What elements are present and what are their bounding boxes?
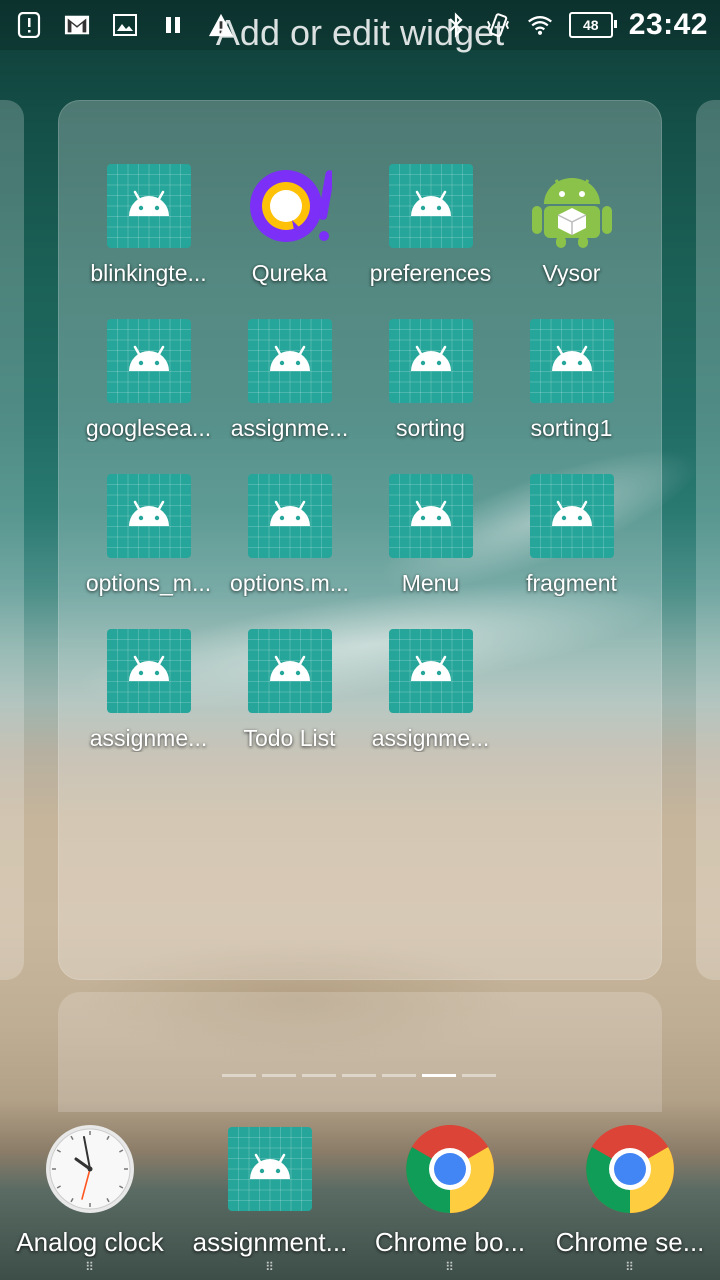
folder-app[interactable]: blinkingte... xyxy=(78,160,219,298)
android-app-icon xyxy=(106,629,191,713)
app-label: options.m... xyxy=(230,570,349,596)
drag-handle-icon: ⠿ xyxy=(445,1260,455,1274)
page-dot[interactable] xyxy=(302,1074,336,1077)
chrome-icon xyxy=(404,1123,496,1215)
android-app-icon xyxy=(247,319,332,403)
android-app-icon xyxy=(529,319,614,403)
page-dot[interactable] xyxy=(382,1074,416,1077)
dock-app[interactable]: Analog clock ⠿ xyxy=(0,1118,180,1278)
qureka-icon xyxy=(248,164,334,248)
android-app-icon xyxy=(224,1123,316,1215)
workspace-preview xyxy=(58,992,662,1112)
dock: Analog clock ⠿ assignment... ⠿ Chrome bo... ⠿… xyxy=(0,1118,720,1278)
folder-app[interactable]: sorting1 xyxy=(501,315,642,453)
app-label: assignme... xyxy=(371,725,490,751)
folder-app[interactable]: Vysor xyxy=(501,160,642,298)
folder-app[interactable]: Todo List xyxy=(219,625,360,763)
dock-app[interactable]: Chrome bo... ⠿ xyxy=(360,1118,540,1278)
app-label: Todo List xyxy=(243,725,336,751)
app-label: assignme... xyxy=(89,725,208,751)
android-app-icon xyxy=(247,474,332,558)
dock-app-label: Chrome se... xyxy=(555,1227,705,1257)
folder-app[interactable]: assignme... xyxy=(78,625,219,763)
chrome-icon xyxy=(584,1123,676,1215)
dock-app-label: Analog clock xyxy=(16,1227,164,1257)
page-dot[interactable] xyxy=(262,1074,296,1077)
drag-handle-icon: ⠿ xyxy=(85,1260,95,1274)
app-grid: blinkingte... Qureka preferences Vysor googl… xyxy=(78,160,642,763)
drag-handle-icon: ⠿ xyxy=(265,1260,275,1274)
page-dot[interactable] xyxy=(342,1074,376,1077)
analog-clock-icon xyxy=(44,1123,136,1215)
vysor-icon xyxy=(530,164,614,248)
folder-app[interactable]: options_m... xyxy=(78,470,219,608)
folder-app[interactable]: preferences xyxy=(360,160,501,298)
folder-app[interactable]: assignme... xyxy=(360,625,501,763)
app-label: Vysor xyxy=(542,260,601,286)
previous-page-panel[interactable] xyxy=(0,100,24,980)
drag-handle-icon: ⠿ xyxy=(625,1260,635,1274)
page-dot[interactable] xyxy=(422,1074,456,1077)
app-label: Qureka xyxy=(251,260,328,286)
app-label: preferences xyxy=(369,260,492,286)
android-app-icon xyxy=(388,474,473,558)
app-label: googlesea... xyxy=(85,415,212,441)
android-app-icon xyxy=(106,319,191,403)
app-label: sorting1 xyxy=(530,415,613,441)
page-dot[interactable] xyxy=(222,1074,256,1077)
dock-app[interactable]: assignment... ⠿ xyxy=(180,1118,360,1278)
android-app-icon xyxy=(388,164,473,248)
app-label: options_m... xyxy=(85,570,212,596)
folder-app[interactable]: fragment xyxy=(501,470,642,608)
folder-app[interactable]: sorting xyxy=(360,315,501,453)
folder-app[interactable]: options.m... xyxy=(219,470,360,608)
dock-app-label: assignment... xyxy=(192,1227,348,1257)
android-app-icon xyxy=(529,474,614,558)
page-indicator xyxy=(222,1074,496,1077)
dock-app-label: Chrome bo... xyxy=(374,1227,526,1257)
page-title: Add or edit widget xyxy=(215,12,505,53)
dock-app[interactable]: Chrome se... ⠿ xyxy=(540,1118,720,1278)
app-label: Menu xyxy=(401,570,460,596)
next-page-panel[interactable] xyxy=(696,100,720,980)
app-label: sorting xyxy=(395,415,466,441)
android-app-icon xyxy=(388,319,473,403)
folder-app[interactable]: assignme... xyxy=(219,315,360,453)
page-dot[interactable] xyxy=(462,1074,496,1077)
app-label: blinkingte... xyxy=(90,260,207,286)
folder-app[interactable]: googlesea... xyxy=(78,315,219,453)
android-app-icon xyxy=(106,474,191,558)
folder-app[interactable]: Menu xyxy=(360,470,501,608)
app-label: fragment xyxy=(526,570,617,596)
android-app-icon xyxy=(106,164,191,248)
app-label: assignme... xyxy=(230,415,349,441)
folder-app[interactable]: Qureka xyxy=(219,160,360,298)
android-app-icon xyxy=(247,629,332,713)
android-app-icon xyxy=(388,629,473,713)
